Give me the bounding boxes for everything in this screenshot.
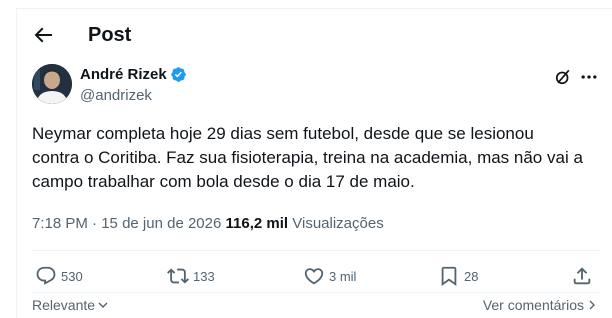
divider [32,250,600,251]
avatar-image [32,64,72,104]
repost-count: 133 [193,268,215,284]
meta-separator: · [92,215,98,232]
share-icon [573,267,591,285]
avatar[interactable] [32,64,72,104]
chevron-down-icon [98,302,108,308]
bookmark-icon [441,266,457,287]
view-quotes-label: Ver comentários [482,297,584,313]
chevron-right-icon [589,300,595,310]
repost-button[interactable]: 133 [167,265,215,287]
reply-icon [36,266,56,285]
reply-count: 530 [61,268,83,284]
post-detail-panel: Post André Rizek @andrizek Neymar comple… [16,8,612,318]
grok-icon[interactable] [553,67,573,87]
like-count: 3 mil [329,268,357,284]
reply-button[interactable]: 530 [35,265,83,287]
bookmark-count: 28 [464,268,479,284]
views-label: Visualizações [292,215,384,232]
like-button[interactable]: 3 mil [303,265,356,287]
post-meta: 7:18 PM · 15 de jun de 2026 116,2 mil Vi… [32,215,384,232]
author-name-text: André Rizek [80,66,167,83]
bookmark-button[interactable]: 28 [438,265,478,287]
post-date[interactable]: 15 de jun de 2026 [101,215,221,232]
sort-label: Relevante [32,297,96,313]
divider [32,292,600,293]
sort-dropdown[interactable]: Relevante [32,297,109,313]
page-title: Post [88,24,132,46]
more-icon[interactable] [579,67,599,87]
repost-icon [167,268,189,284]
like-icon [304,268,324,285]
author-name[interactable]: André Rizek [80,66,187,83]
views-count: 116,2 mil [225,215,289,232]
view-quotes-link[interactable]: Ver comentários [483,297,598,313]
header: Post [17,9,612,61]
post-text: Neymar completa hoje 29 dias sem futebol… [32,124,583,191]
author-handle[interactable]: @andrizek [80,87,152,104]
back-arrow-icon[interactable] [31,23,55,47]
post-time[interactable]: 7:18 PM [32,215,88,232]
verified-badge-icon [170,67,186,82]
share-button[interactable] [571,265,597,287]
